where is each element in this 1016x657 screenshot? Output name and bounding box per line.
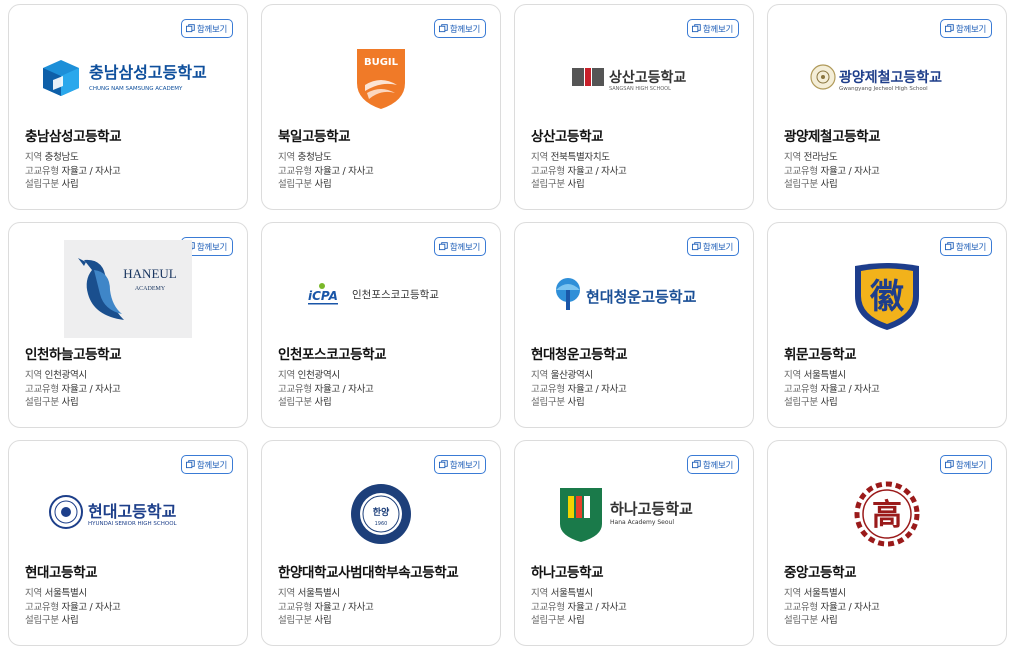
school-name: 광양제철고등학교 — [784, 129, 881, 145]
school-logo: 한양 1960 — [262, 469, 500, 559]
school-meta: 지역 서울특별시 고교유형 자율고 / 자사고 설립구분 사립 — [784, 370, 880, 408]
svg-text:현대청운고등학교: 현대청운고등학교 — [586, 288, 697, 306]
school-card[interactable]: 함께보기 상산고등학교 SANGSAN HIGH SCHOOL 상산고등학교 지… — [514, 4, 754, 210]
school-meta: 지역 서울특별시 고교유형 자율고 / 자사고 설립구분 사립 — [784, 588, 880, 626]
school-meta: 지역 인천광역시 고교유형 자율고 / 자사고 설립구분 사립 — [25, 370, 121, 408]
svg-text:현대고등학교: 현대고등학교 — [88, 502, 177, 521]
school-meta: 지역 충청남도 고교유형 자율고 / 자사고 설립구분 사립 — [278, 152, 374, 190]
school-card[interactable]: 함께보기 충남삼성고등학교 CHUNG NAM SAMSUNG ACADEMY … — [8, 4, 248, 210]
school-logo: 徽 — [768, 251, 1006, 341]
school-meta: 지역 서울특별시 고교유형 자율고 / 자사고 설립구분 사립 — [25, 588, 121, 626]
school-name: 휘문고등학교 — [784, 347, 857, 363]
copy-icon — [185, 24, 195, 33]
svg-text:徽: 徽 — [869, 277, 905, 317]
school-meta: 지역 전북특별자치도 고교유형 자율고 / 자사고 설립구분 사립 — [531, 152, 627, 190]
svg-text:충남삼성고등학교: 충남삼성고등학교 — [89, 63, 207, 82]
svg-text:인천포스코고등학교: 인천포스코고등학교 — [352, 289, 439, 301]
school-logo: 현대청운고등학교 — [515, 251, 753, 341]
svg-text:HYUNDAI SENIOR HIGH SCHOOL: HYUNDAI SENIOR HIGH SCHOOL — [88, 521, 178, 527]
svg-text:Hana Academy Seoul: Hana Academy Seoul — [610, 519, 674, 526]
svg-text:하나고등학교: 하나고등학교 — [610, 500, 693, 518]
svg-text:BUGIL: BUGIL — [364, 57, 399, 68]
school-name: 현대고등학교 — [25, 565, 98, 581]
school-name: 충남삼성고등학교 — [25, 129, 122, 145]
copy-icon — [438, 460, 448, 469]
copy-icon — [691, 24, 701, 33]
svg-text:CHUNG NAM SAMSUNG ACADEMY: CHUNG NAM SAMSUNG ACADEMY — [89, 86, 183, 92]
svg-text:광양제철고등학교: 광양제철고등학교 — [839, 69, 942, 86]
school-name: 한양대학교사범대학부속고등학교 — [278, 565, 459, 581]
svg-text:ACADEMY: ACADEMY — [135, 286, 166, 292]
copy-icon — [944, 24, 954, 33]
school-card[interactable]: 함께보기 하나고등학교 Hana Academy Seoul 하나고등학교 지역… — [514, 440, 754, 646]
school-name: 중앙고등학교 — [784, 565, 857, 581]
svg-text:iCPA: iCPA — [308, 289, 338, 303]
school-meta: 지역 서울특별시 고교유형 자율고 / 자사고 설립구분 사립 — [278, 588, 374, 626]
school-name: 인천하늘고등학교 — [25, 347, 122, 363]
school-logo: 하나고등학교 Hana Academy Seoul — [515, 469, 753, 559]
svg-text:Gwangyang Jecheol High School: Gwangyang Jecheol High School — [839, 86, 928, 92]
copy-icon — [438, 24, 448, 33]
svg-text:SANGSAN HIGH SCHOOL: SANGSAN HIGH SCHOOL — [609, 86, 671, 92]
svg-text:高: 高 — [872, 498, 902, 533]
school-name: 현대청운고등학교 — [531, 347, 628, 363]
school-logo: BUGIL — [262, 33, 500, 123]
svg-text:상산고등학교: 상산고등학교 — [609, 69, 686, 86]
copy-icon — [691, 242, 701, 251]
copy-icon — [438, 242, 448, 251]
svg-text:HANEUL: HANEUL — [123, 266, 176, 281]
school-logo: 상산고등학교 SANGSAN HIGH SCHOOL — [515, 33, 753, 123]
copy-icon — [185, 460, 195, 469]
copy-icon — [691, 460, 701, 469]
svg-text:한양: 한양 — [373, 506, 390, 518]
school-card[interactable]: 함께보기 HANEUL ACADEMY 인천하늘고등학교 지역 인천광역시 고교… — [8, 222, 248, 428]
copy-icon — [944, 460, 954, 469]
school-card[interactable]: 함께보기 BUGIL 북일고등학교 지역 충청남도 고교유형 자율고 / 자사고… — [261, 4, 501, 210]
school-name: 하나고등학교 — [531, 565, 604, 581]
school-name: 인천포스코고등학교 — [278, 347, 387, 363]
school-logo: iCPA 인천포스코고등학교 — [262, 251, 500, 341]
school-logo: 광양제철고등학교 Gwangyang Jecheol High School — [768, 33, 1006, 123]
school-meta: 지역 서울특별시 고교유형 자율고 / 자사고 설립구분 사립 — [531, 588, 627, 626]
school-card[interactable]: 함께보기 현대고등학교 HYUNDAI SENIOR HIGH SCHOOL 현… — [8, 440, 248, 646]
copy-icon — [944, 242, 954, 251]
school-card[interactable]: 함께보기 徽 휘문고등학교 지역 서울특별시 고교유형 자율고 / 자사고 설립… — [767, 222, 1007, 428]
school-name: 상산고등학교 — [531, 129, 604, 145]
school-card-grid: 함께보기 충남삼성고등학교 CHUNG NAM SAMSUNG ACADEMY … — [0, 0, 1016, 657]
school-meta: 지역 울산광역시 고교유형 자율고 / 자사고 설립구분 사립 — [531, 370, 627, 408]
school-card[interactable]: 함께보기 한양 1960 한양대학교사범대학부속고등학교 지역 서울특별시 고교… — [261, 440, 501, 646]
school-meta: 지역 전라남도 고교유형 자율고 / 자사고 설립구분 사립 — [784, 152, 880, 190]
school-card[interactable]: 함께보기 광양제철고등학교 Gwangyang Jecheol High Sch… — [767, 4, 1007, 210]
school-card[interactable]: 함께보기 iCPA 인천포스코고등학교 인천포스코고등학교 지역 인천광역시 고… — [261, 222, 501, 428]
school-logo: 高 — [768, 469, 1006, 559]
school-logo: HANEUL ACADEMY — [9, 239, 247, 339]
school-logo: 충남삼성고등학교 CHUNG NAM SAMSUNG ACADEMY — [9, 33, 247, 123]
school-card[interactable]: 함께보기 현대청운고등학교 현대청운고등학교 지역 울산광역시 고교유형 자율고… — [514, 222, 754, 428]
svg-text:1960: 1960 — [375, 521, 388, 527]
school-meta: 지역 인천광역시 고교유형 자율고 / 자사고 설립구분 사립 — [278, 370, 374, 408]
school-name: 북일고등학교 — [278, 129, 351, 145]
school-card[interactable]: 함께보기 高 중앙고등학교 지역 서울특별시 고교유형 자율고 / 자사고 설립… — [767, 440, 1007, 646]
school-logo: 현대고등학교 HYUNDAI SENIOR HIGH SCHOOL — [9, 469, 247, 559]
school-meta: 지역 충청남도 고교유형 자율고 / 자사고 설립구분 사립 — [25, 152, 121, 190]
